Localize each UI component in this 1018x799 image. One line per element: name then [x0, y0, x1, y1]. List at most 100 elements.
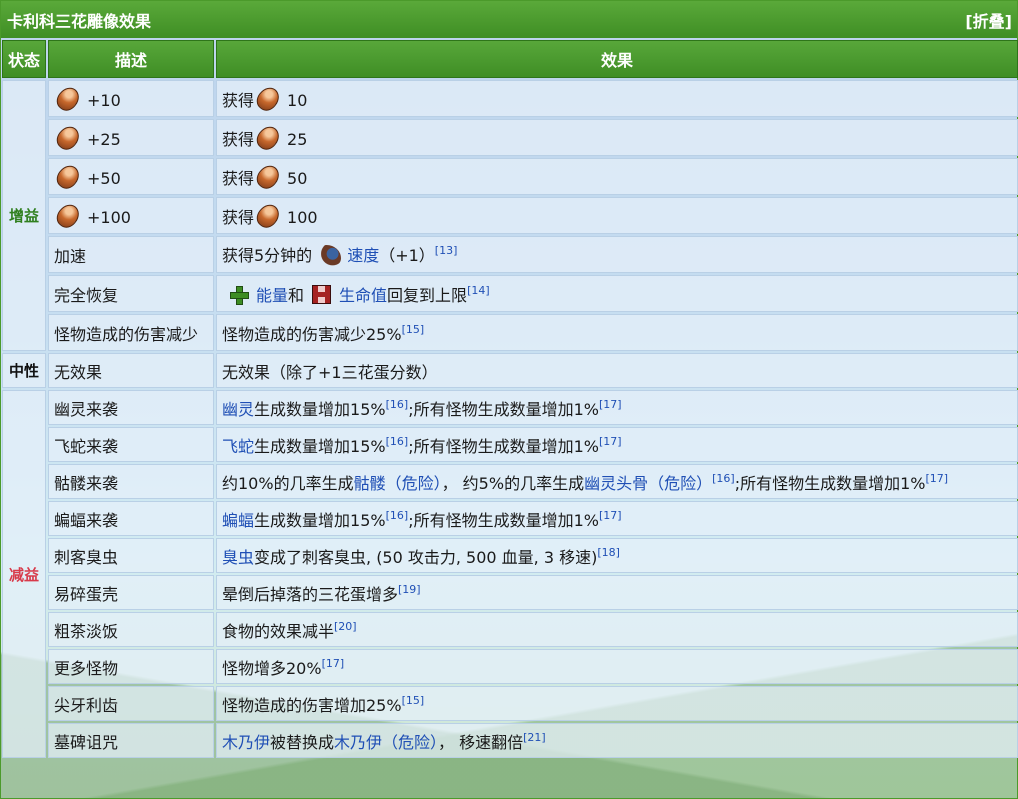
calico-egg-icon: [52, 82, 84, 115]
calico-egg-icon: [252, 160, 284, 193]
desc-text: +100: [87, 207, 131, 227]
desc-cell: 粗茶淡饭: [48, 612, 214, 647]
table-row: 加速 获得5分钟的 速度（+1）[13]: [2, 236, 1018, 273]
desc-cell: 蝙蝠来袭: [48, 501, 214, 536]
calico-egg-icon: [252, 82, 284, 115]
desc-cell: 幽灵来袭: [48, 390, 214, 425]
link-haunted-skull[interactable]: 幽灵头骨（危险）: [584, 474, 712, 493]
desc-cell: 完全恢复: [48, 275, 214, 312]
desc-cell: 骷髅来袭: [48, 464, 214, 499]
effect-cell: 臭虫变成了刺客臭虫, (50 攻击力, 500 血量, 3 移速)[18]: [216, 538, 1018, 573]
ref-link[interactable]: [17]: [322, 657, 345, 670]
ref-link[interactable]: [16]: [386, 435, 409, 448]
effect-cell: 能量和 生命值回复到上限[14]: [216, 275, 1018, 312]
calico-egg-icon: [52, 121, 84, 154]
desc-cell: 加速: [48, 236, 214, 273]
table-row: 中性 无效果 无效果（除了+1三花蛋分数）: [2, 353, 1018, 388]
effect-cell: 获得5分钟的 速度（+1）[13]: [216, 236, 1018, 273]
ref-link[interactable]: [17]: [599, 509, 622, 522]
desc-cell: 飞蛇来袭: [48, 427, 214, 462]
ref-link[interactable]: [14]: [467, 284, 490, 297]
effect-text: 怪物造成的伤害减少25%: [222, 324, 402, 344]
effect-text: 晕倒后掉落的三花蛋增多: [222, 584, 399, 604]
effect-amount: 25: [287, 129, 308, 149]
energy-plus-icon: [230, 285, 249, 305]
table-row: +25 获得 25: [2, 119, 1018, 156]
effect-text: 生成数量增加15%: [254, 510, 386, 530]
effect-cell: 约10%的几率生成骷髅（危险）， 约5%的几率生成幽灵头骨（危险）[16];所有…: [216, 464, 1018, 499]
ref-link[interactable]: [16]: [712, 472, 735, 485]
effect-cell: 幽灵生成数量增加15%[16];所有怪物生成数量增加1%[17]: [216, 390, 1018, 425]
link-bug[interactable]: 臭虫: [222, 548, 254, 567]
link-ghost[interactable]: 幽灵: [222, 400, 254, 419]
ref-link[interactable]: [17]: [599, 435, 622, 448]
ref-link[interactable]: [15]: [402, 694, 425, 707]
effect-text: 获得: [222, 207, 255, 227]
effect-text: 和: [288, 285, 305, 305]
table-row: 尖牙利齿 怪物造成的伤害增加25%[15]: [2, 686, 1018, 721]
effect-amount: 10: [287, 90, 308, 110]
speed-icon: [317, 245, 342, 267]
ref-link[interactable]: [19]: [398, 583, 421, 596]
desc-cell: 刺客臭虫: [48, 538, 214, 573]
status-neutral: 中性: [2, 353, 46, 388]
ref-link[interactable]: [16]: [386, 509, 409, 522]
table-title: 卡利科三花雕像效果: [7, 11, 152, 31]
effect-text: 回复到上限: [387, 285, 468, 305]
effect-cell: 怪物造成的伤害减少25%[15]: [216, 314, 1018, 351]
link-mummy[interactable]: 木乃伊: [222, 733, 270, 752]
effect-text: ， 移速翻倍: [438, 732, 524, 752]
ref-link[interactable]: [16]: [386, 398, 409, 411]
table-caption: 卡利科三花雕像效果 [折叠]: [1, 1, 1017, 38]
table-row: 飞蛇来袭 飞蛇生成数量增加15%[16];所有怪物生成数量增加1%[17]: [2, 427, 1018, 462]
link-skeleton[interactable]: 骷髅（危险）: [354, 474, 442, 493]
desc-cell: 墓碑诅咒: [48, 723, 214, 758]
ref-link[interactable]: [15]: [402, 323, 425, 336]
desc-text: +10: [87, 90, 121, 110]
effect-text: 怪物增多20%: [222, 658, 322, 678]
link-serpent[interactable]: 飞蛇: [222, 437, 254, 456]
table-row: +50 获得 50: [2, 158, 1018, 195]
ref-link[interactable]: [13]: [435, 244, 458, 257]
effect-text: 变成了刺客臭虫, (50 攻击力, 500 血量, 3 移速): [254, 547, 598, 567]
effect-text: 约10%的几率生成: [222, 473, 354, 493]
effect-cell: 获得 50: [216, 158, 1018, 195]
effect-text: 被替换成: [270, 732, 335, 752]
effect-cell: 木乃伊被替换成木乃伊（危险）， 移速翻倍[21]: [216, 723, 1018, 758]
link-energy[interactable]: 能量: [256, 286, 288, 305]
table-row: 刺客臭虫 臭虫变成了刺客臭虫, (50 攻击力, 500 血量, 3 移速)[1…: [2, 538, 1018, 573]
effect-cell: 获得 100: [216, 197, 1018, 234]
effect-text: （+1）: [379, 246, 435, 265]
desc-text: +25: [87, 129, 121, 149]
desc-cell: +50: [48, 158, 214, 195]
ref-link[interactable]: [20]: [334, 620, 357, 633]
effect-text: ;所有怪物生成数量增加1%: [734, 473, 926, 493]
ref-link[interactable]: [17]: [925, 472, 948, 485]
table-row: 减益 幽灵来袭 幽灵生成数量增加15%[16];所有怪物生成数量增加1%[17]: [2, 390, 1018, 758]
effect-text: 怪物造成的伤害增加25%: [222, 695, 402, 715]
effect-text: ;所有怪物生成数量增加1%: [408, 436, 599, 456]
ref-link[interactable]: [18]: [597, 546, 620, 559]
link-speed[interactable]: 速度: [347, 246, 379, 265]
desc-cell: 无效果: [48, 353, 214, 388]
link-mummy-dangerous[interactable]: 木乃伊（危险）: [334, 733, 438, 752]
table-row: 骷髅来袭 约10%的几率生成骷髅（危险）， 约5%的几率生成幽灵头骨（危险）[1…: [2, 464, 1018, 499]
ref-link[interactable]: [21]: [523, 731, 546, 744]
effect-text: 获得: [222, 129, 255, 149]
desc-text: +50: [87, 168, 121, 188]
desc-cell: 更多怪物: [48, 649, 214, 684]
desc-cell: 怪物造成的伤害减少: [48, 314, 214, 351]
table-row: 怪物造成的伤害减少 怪物造成的伤害减少25%[15]: [2, 314, 1018, 351]
effect-text: 获得5分钟的: [222, 246, 313, 265]
calico-egg-icon: [252, 199, 284, 232]
link-health[interactable]: 生命值: [339, 286, 387, 305]
desc-cell: +100: [48, 197, 214, 234]
table-row: 更多怪物 怪物增多20%[17]: [2, 649, 1018, 684]
effect-text: 食物的效果减半: [222, 621, 335, 641]
desc-cell: +10: [48, 80, 214, 117]
effect-cell: 晕倒后掉落的三花蛋增多[19]: [216, 575, 1018, 610]
table-row: 粗茶淡饭 食物的效果减半[20]: [2, 612, 1018, 647]
collapse-toggle[interactable]: [折叠]: [965, 8, 1012, 32]
link-bat[interactable]: 蝙蝠: [222, 511, 254, 530]
ref-link[interactable]: [17]: [599, 398, 622, 411]
